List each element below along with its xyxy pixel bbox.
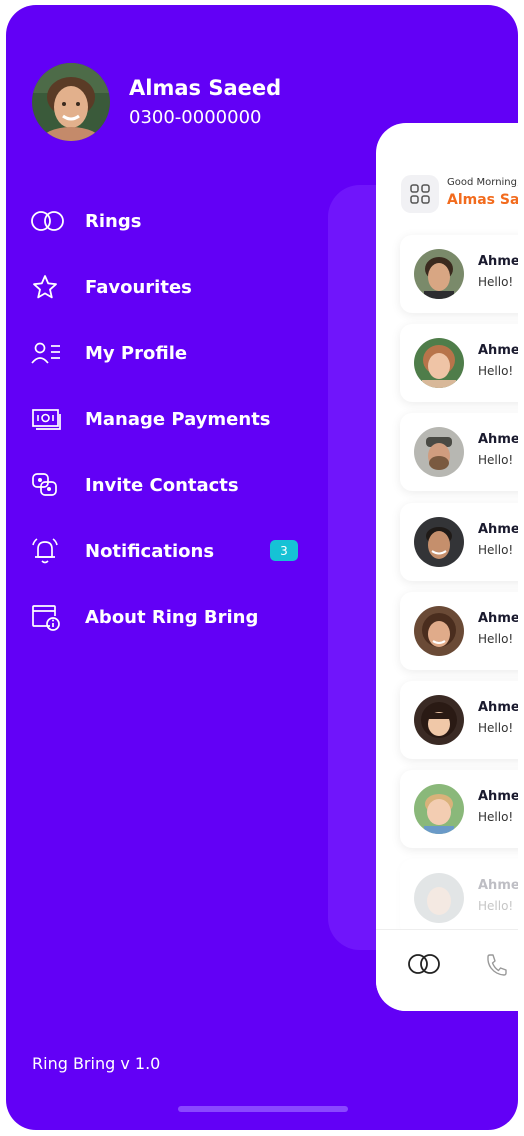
menu-item-notifications[interactable]: Notifications 3 (30, 531, 320, 571)
menu-item-label: Notifications (85, 540, 215, 562)
chat-list-item[interactable]: Ahmed Hello! I (400, 681, 518, 759)
chat-message: Hello! I (478, 899, 518, 913)
phone-icon[interactable] (484, 952, 508, 982)
chat-message: Hello! I (478, 543, 518, 557)
chat-message: Hello! I (478, 632, 518, 646)
grid-icon (410, 184, 430, 204)
avatar (414, 427, 464, 477)
menu-item-favourites[interactable]: Favourites (30, 267, 320, 307)
menu-item-label: Invite Contacts (85, 474, 239, 496)
notifications-badge: 3 (270, 540, 298, 561)
chat-list-item[interactable]: Ahmed Hello! I (400, 324, 518, 402)
chat-message: Hello! I (478, 810, 518, 824)
greeting-name: Almas Saeed (447, 192, 518, 208)
app-screen: Almas Saeed 0300-0000000 Rings Favourite… (6, 5, 518, 1130)
chat-message: Hello! I (478, 453, 518, 467)
home-indicator (178, 1106, 348, 1112)
chat-list-item[interactable]: Ahmed Hello! I (400, 413, 518, 491)
chat-name: Ahmed (478, 522, 518, 537)
chat-list-item[interactable]: Ahmed Hello! I (400, 859, 518, 937)
bottom-tab-bar (376, 929, 518, 1011)
chat-message: Hello! I (478, 721, 518, 735)
menu-item-label: My Profile (85, 342, 188, 364)
app-version: Ring Bring v 1.0 (32, 1054, 161, 1073)
menu-item-label: Favourites (85, 276, 192, 298)
menu-item-invite-contacts[interactable]: Invite Contacts (30, 465, 320, 505)
chat-list-item[interactable]: Ahmed Hello! I (400, 592, 518, 670)
chat-list-item[interactable]: Ahmed Hello! I (400, 770, 518, 848)
menu-item-label: Manage Payments (85, 408, 271, 430)
chat-list-item[interactable]: Ahmed Hello! I (400, 503, 518, 581)
chat-name: Ahmed (478, 878, 518, 893)
home-screen-preview[interactable]: Good Morning, Almas Saeed Ahmed Hello! I… (376, 123, 518, 1011)
avatar (414, 338, 464, 388)
rings-icon[interactable] (406, 952, 442, 980)
chat-message: Hello! I (478, 364, 518, 378)
chat-message: Hello! I (478, 275, 518, 289)
menu-item-rings[interactable]: Rings (30, 201, 320, 241)
bell-icon (30, 536, 66, 566)
chat-name: Ahmed (478, 432, 518, 447)
chat-name: Ahmed (478, 700, 518, 715)
chat-name: Ahmed (478, 343, 518, 358)
star-icon (30, 272, 66, 302)
avatar (414, 249, 464, 299)
invite-icon (30, 470, 66, 500)
chat-name: Ahmed (478, 254, 518, 269)
profile-icon (30, 338, 66, 368)
avatar (414, 517, 464, 567)
avatar[interactable] (32, 63, 110, 141)
profile-phone: 0300-0000000 (129, 107, 262, 128)
menu-item-about[interactable]: About Ring Bring (30, 597, 320, 637)
menu-item-manage-payments[interactable]: Manage Payments (30, 399, 320, 439)
avatar (414, 873, 464, 923)
grid-menu-button[interactable] (401, 175, 439, 213)
info-icon (30, 602, 66, 632)
chat-name: Ahmed (478, 611, 518, 626)
menu-item-my-profile[interactable]: My Profile (30, 333, 320, 373)
menu-item-label: About Ring Bring (85, 606, 259, 628)
profile-name: Almas Saeed (129, 76, 282, 100)
avatar (414, 695, 464, 745)
menu-item-label: Rings (85, 210, 142, 232)
payments-icon (30, 404, 66, 434)
avatar (414, 784, 464, 834)
greeting-text: Good Morning, (447, 177, 518, 188)
rings-icon (30, 206, 66, 236)
chat-list-item[interactable]: Ahmed Hello! I (400, 235, 518, 313)
avatar (414, 606, 464, 656)
chat-name: Ahmed (478, 789, 518, 804)
